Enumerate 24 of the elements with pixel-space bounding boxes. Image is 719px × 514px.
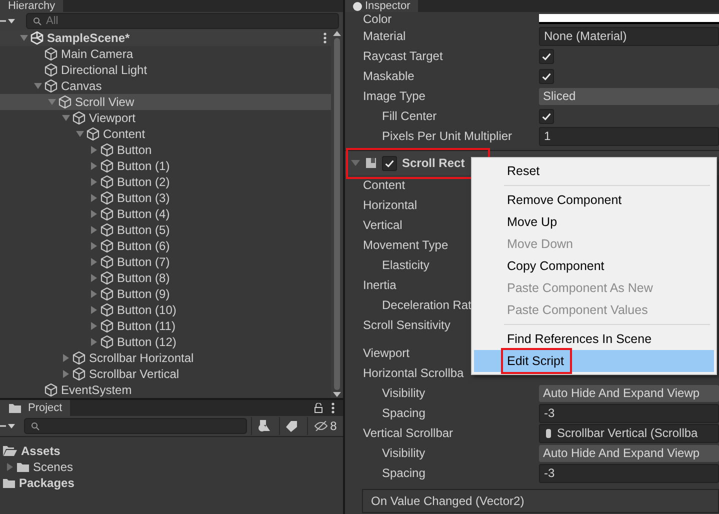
property-label: Spacing: [382, 466, 426, 480]
property-label: Elasticity: [382, 258, 430, 272]
property-label: Spacing: [382, 406, 426, 420]
property-label: Pixels Per Unit Multiplier: [382, 129, 512, 143]
property-label: Scroll Sensitivity: [363, 318, 450, 332]
component-title: Scroll Rect: [402, 156, 465, 170]
property-label: Material: [363, 29, 406, 43]
property-label: Vertical Scrollbar: [363, 426, 454, 440]
event-header: On Value Changed (Vector2): [362, 489, 719, 513]
property-label: Color: [363, 12, 392, 26]
property-label: Visibility: [382, 386, 426, 400]
property-label: Movement Type: [363, 238, 448, 252]
property-label: Raycast Target: [363, 49, 443, 63]
property-label: Horizontal Scrollba: [363, 366, 464, 380]
property-label: Visibility: [382, 446, 426, 460]
property-label: Image Type: [363, 89, 426, 103]
property-label: Vertical: [363, 218, 402, 232]
property-label: Fill Center: [382, 109, 437, 123]
property-label: Maskable: [363, 69, 414, 83]
property-label: Inertia: [363, 278, 396, 292]
property-label: Viewport: [363, 346, 410, 360]
property-label: Content: [363, 178, 406, 192]
property-label: Deceleration Rat: [382, 298, 472, 312]
property-label: Horizontal: [363, 198, 418, 212]
